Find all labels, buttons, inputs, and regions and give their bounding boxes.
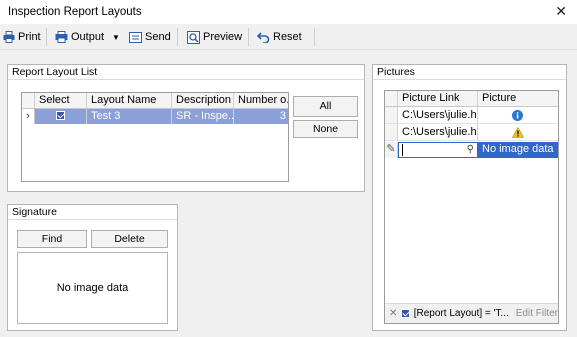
new-picture-cell[interactable]: No image data (478, 142, 558, 158)
undo-icon (257, 32, 270, 43)
group-title: Signature (8, 205, 177, 220)
number-cell[interactable]: 3 (234, 109, 288, 124)
picture-cell[interactable] (478, 107, 558, 123)
row-indicator-header (22, 93, 35, 108)
window-title: Inspection Report Layouts (8, 6, 142, 18)
delete-button[interactable]: Delete (91, 230, 168, 248)
toolbar-separator (46, 28, 47, 46)
filter-panel: ✕ [Report Layout] = 'T... Edit Filter (385, 303, 558, 323)
select-none-button[interactable]: None (293, 120, 358, 138)
filter-text: [Report Layout] = 'T... (413, 308, 509, 319)
reset-label: Reset (273, 31, 302, 43)
info-icon (512, 110, 523, 121)
column-header-picture[interactable]: Picture (478, 91, 558, 106)
title-bar: Inspection Report Layouts ✕ (0, 0, 577, 24)
toolbar-separator (177, 28, 178, 46)
column-header-number[interactable]: Number o... (234, 93, 288, 108)
output-dropdown-button[interactable]: ▼ (112, 29, 120, 45)
row-indicator (385, 107, 398, 123)
output-button[interactable]: Output (55, 29, 104, 45)
picture-link-cell[interactable]: C:\Users\julie.h... (398, 124, 478, 140)
report-layout-list-group: Report Layout List Select Layout Name De… (7, 64, 365, 192)
output-label: Output (71, 31, 105, 43)
select-all-button[interactable]: All (293, 96, 358, 117)
output-icon (55, 31, 68, 43)
print-button[interactable]: Print (3, 29, 41, 45)
layout-name-cell[interactable]: Test 3 (87, 109, 172, 124)
signature-group: Signature Find Delete No image data (7, 204, 178, 331)
new-row[interactable]: ✎ ⚲ No image data (385, 142, 558, 158)
grid-header: Picture Link Picture (385, 91, 558, 107)
search-icon[interactable]: ⚲ (467, 143, 474, 157)
row-indicator-header (385, 91, 398, 106)
clear-filter-icon[interactable]: ✕ (389, 308, 397, 319)
pictures-grid: Picture Link Picture C:\Users\julie.h...… (384, 90, 559, 324)
description-cell[interactable]: SR - Inspe... (172, 109, 234, 124)
signature-image-box[interactable]: No image data (17, 252, 168, 324)
find-button[interactable]: Find (17, 230, 87, 248)
send-icon (129, 31, 142, 43)
preview-icon (187, 30, 200, 44)
print-label: Print (18, 31, 41, 43)
group-title: Report Layout List (8, 65, 364, 80)
pictures-group: Pictures Picture Link Picture C:\Users\j… (372, 64, 567, 331)
filter-enabled-checkbox[interactable] (401, 309, 410, 318)
picture-link-cell[interactable]: C:\Users\julie.h... (398, 107, 478, 123)
no-image-text: No image data (56, 282, 129, 294)
table-row[interactable]: › Test 3 SR - Inspe... 3 (22, 109, 288, 124)
close-icon[interactable]: ✕ (555, 3, 567, 19)
picture-cell[interactable] (478, 124, 558, 140)
toolbar-separator (248, 28, 249, 46)
column-header-layout-name[interactable]: Layout Name (87, 93, 172, 108)
table-row[interactable]: C:\Users\julie.h... (385, 124, 558, 141)
chevron-down-icon: ▼ (112, 32, 120, 42)
warning-icon (512, 127, 524, 138)
toolbar: Print Output ▼ Send Preview Reset (0, 25, 577, 50)
table-row[interactable]: C:\Users\julie.h... (385, 107, 558, 124)
text-cursor (402, 144, 403, 156)
grid-header: Select Layout Name Description Number o.… (22, 93, 288, 109)
preview-label: Preview (203, 31, 243, 43)
current-row-indicator-icon: › (22, 109, 35, 124)
printer-icon (3, 31, 15, 43)
edit-filter-button[interactable]: Edit Filter (516, 308, 558, 319)
group-title: Pictures (373, 65, 566, 80)
new-picture-link-input[interactable]: ⚲ (398, 142, 478, 158)
preview-button[interactable]: Preview (187, 29, 242, 45)
column-header-select[interactable]: Select (35, 93, 87, 108)
reset-button[interactable]: Reset (257, 29, 302, 45)
send-button[interactable]: Send (129, 29, 171, 45)
select-checkbox[interactable] (35, 109, 87, 124)
pencil-icon: ✎ (385, 142, 398, 158)
column-header-description[interactable]: Description (172, 93, 234, 108)
column-header-picture-link[interactable]: Picture Link (398, 91, 478, 106)
row-indicator (385, 124, 398, 140)
layout-grid: Select Layout Name Description Number o.… (21, 92, 289, 182)
send-label: Send (145, 31, 171, 43)
toolbar-separator (314, 28, 315, 46)
